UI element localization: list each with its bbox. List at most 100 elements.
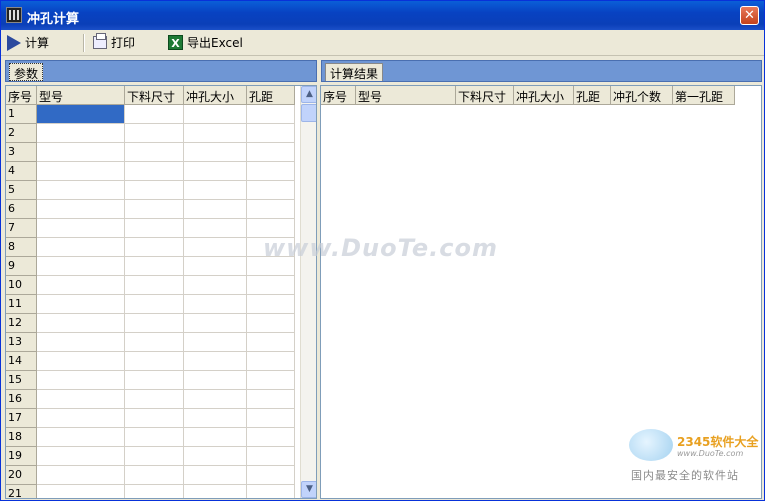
- row-number[interactable]: 15: [6, 371, 37, 390]
- row-number[interactable]: 10: [6, 276, 37, 295]
- grid-cell[interactable]: [184, 257, 247, 276]
- grid-cell[interactable]: [184, 124, 247, 143]
- row-number[interactable]: 2: [6, 124, 37, 143]
- grid-cell[interactable]: [125, 352, 184, 371]
- grid-cell[interactable]: [37, 485, 125, 498]
- grid-cell[interactable]: [37, 181, 125, 200]
- row-number[interactable]: 13: [6, 333, 37, 352]
- table-row[interactable]: 18: [6, 428, 300, 447]
- row-number[interactable]: 19: [6, 447, 37, 466]
- grid-cell[interactable]: [247, 428, 295, 447]
- grid-cell[interactable]: [37, 143, 125, 162]
- grid-cell[interactable]: [184, 447, 247, 466]
- table-row[interactable]: 7: [6, 219, 300, 238]
- scroll-up-button[interactable]: ▲: [301, 86, 316, 103]
- grid-cell[interactable]: [37, 314, 125, 333]
- grid-cell[interactable]: [125, 105, 184, 124]
- table-row[interactable]: 1: [6, 105, 300, 124]
- table-row[interactable]: 9: [6, 257, 300, 276]
- grid-cell[interactable]: [247, 105, 295, 124]
- result-header-punch-size[interactable]: 冲孔大小: [514, 86, 574, 105]
- grid-cell[interactable]: [37, 219, 125, 238]
- table-row[interactable]: 4: [6, 162, 300, 181]
- grid-cell[interactable]: [184, 466, 247, 485]
- grid-cell[interactable]: [247, 466, 295, 485]
- table-row[interactable]: 6: [6, 200, 300, 219]
- grid-cell[interactable]: [37, 162, 125, 181]
- grid-cell[interactable]: [125, 124, 184, 143]
- grid-cell[interactable]: [37, 276, 125, 295]
- result-header-hole-spacing[interactable]: 孔距: [574, 86, 611, 105]
- grid-cell[interactable]: [37, 295, 125, 314]
- grid-cell[interactable]: [37, 466, 125, 485]
- grid-cell[interactable]: [247, 276, 295, 295]
- table-row[interactable]: 20: [6, 466, 300, 485]
- row-number[interactable]: 16: [6, 390, 37, 409]
- grid-cell[interactable]: [184, 352, 247, 371]
- grid-cell[interactable]: [247, 485, 295, 498]
- grid-cell[interactable]: [247, 181, 295, 200]
- grid-cell[interactable]: [125, 238, 184, 257]
- grid-cell[interactable]: [184, 314, 247, 333]
- row-number[interactable]: 17: [6, 409, 37, 428]
- grid-cell[interactable]: [125, 295, 184, 314]
- grid-cell[interactable]: [37, 390, 125, 409]
- column-header-model[interactable]: 型号: [37, 86, 125, 105]
- grid-cell[interactable]: [184, 105, 247, 124]
- table-row[interactable]: 8: [6, 238, 300, 257]
- print-button[interactable]: 打印: [93, 33, 135, 52]
- grid-cell[interactable]: [37, 352, 125, 371]
- close-button[interactable]: ✕: [740, 6, 759, 25]
- tab-results[interactable]: 计算结果: [325, 63, 384, 81]
- grid-cell[interactable]: [37, 447, 125, 466]
- grid-cell[interactable]: [247, 447, 295, 466]
- row-number[interactable]: 12: [6, 314, 37, 333]
- grid-cell[interactable]: [247, 390, 295, 409]
- grid-cell[interactable]: [125, 390, 184, 409]
- grid-cell[interactable]: [247, 371, 295, 390]
- grid-cell[interactable]: [184, 219, 247, 238]
- grid-cell[interactable]: [184, 162, 247, 181]
- table-row[interactable]: 14: [6, 352, 300, 371]
- grid-cell[interactable]: [125, 333, 184, 352]
- grid-cell[interactable]: [125, 219, 184, 238]
- result-header-blank-size[interactable]: 下料尺寸: [456, 86, 514, 105]
- row-number[interactable]: 6: [6, 200, 37, 219]
- row-number[interactable]: 3: [6, 143, 37, 162]
- grid-cell[interactable]: [125, 143, 184, 162]
- grid-cell[interactable]: [184, 390, 247, 409]
- grid-cell[interactable]: [37, 238, 125, 257]
- grid-cell[interactable]: [184, 181, 247, 200]
- table-row[interactable]: 5: [6, 181, 300, 200]
- table-row[interactable]: 17: [6, 409, 300, 428]
- grid-cell[interactable]: [247, 409, 295, 428]
- table-row[interactable]: 21: [6, 485, 300, 498]
- grid-cell[interactable]: [37, 371, 125, 390]
- tab-parameters[interactable]: 参数: [9, 63, 44, 81]
- grid-cell[interactable]: [37, 257, 125, 276]
- grid-cell[interactable]: [184, 371, 247, 390]
- result-header-model[interactable]: 型号: [356, 86, 456, 105]
- table-row[interactable]: 15: [6, 371, 300, 390]
- grid-cell[interactable]: [184, 295, 247, 314]
- grid-cell[interactable]: [125, 314, 184, 333]
- row-number[interactable]: 11: [6, 295, 37, 314]
- grid-cell[interactable]: [125, 276, 184, 295]
- scroll-thumb[interactable]: [301, 104, 316, 122]
- column-header-blank-size[interactable]: 下料尺寸: [125, 86, 184, 105]
- row-number[interactable]: 9: [6, 257, 37, 276]
- column-header-index[interactable]: 序号: [6, 86, 37, 105]
- grid-cell[interactable]: [125, 447, 184, 466]
- row-number[interactable]: 20: [6, 466, 37, 485]
- grid-cell[interactable]: [125, 409, 184, 428]
- row-number[interactable]: 7: [6, 219, 37, 238]
- grid-cell[interactable]: [184, 428, 247, 447]
- result-header-index[interactable]: 序号: [321, 86, 356, 105]
- grid-cell[interactable]: [247, 314, 295, 333]
- grid-cell[interactable]: [184, 238, 247, 257]
- grid-cell[interactable]: [184, 485, 247, 498]
- grid-cell[interactable]: [184, 333, 247, 352]
- export-excel-button[interactable]: X 导出Excel: [168, 33, 243, 52]
- grid-cell[interactable]: [37, 409, 125, 428]
- row-number[interactable]: 4: [6, 162, 37, 181]
